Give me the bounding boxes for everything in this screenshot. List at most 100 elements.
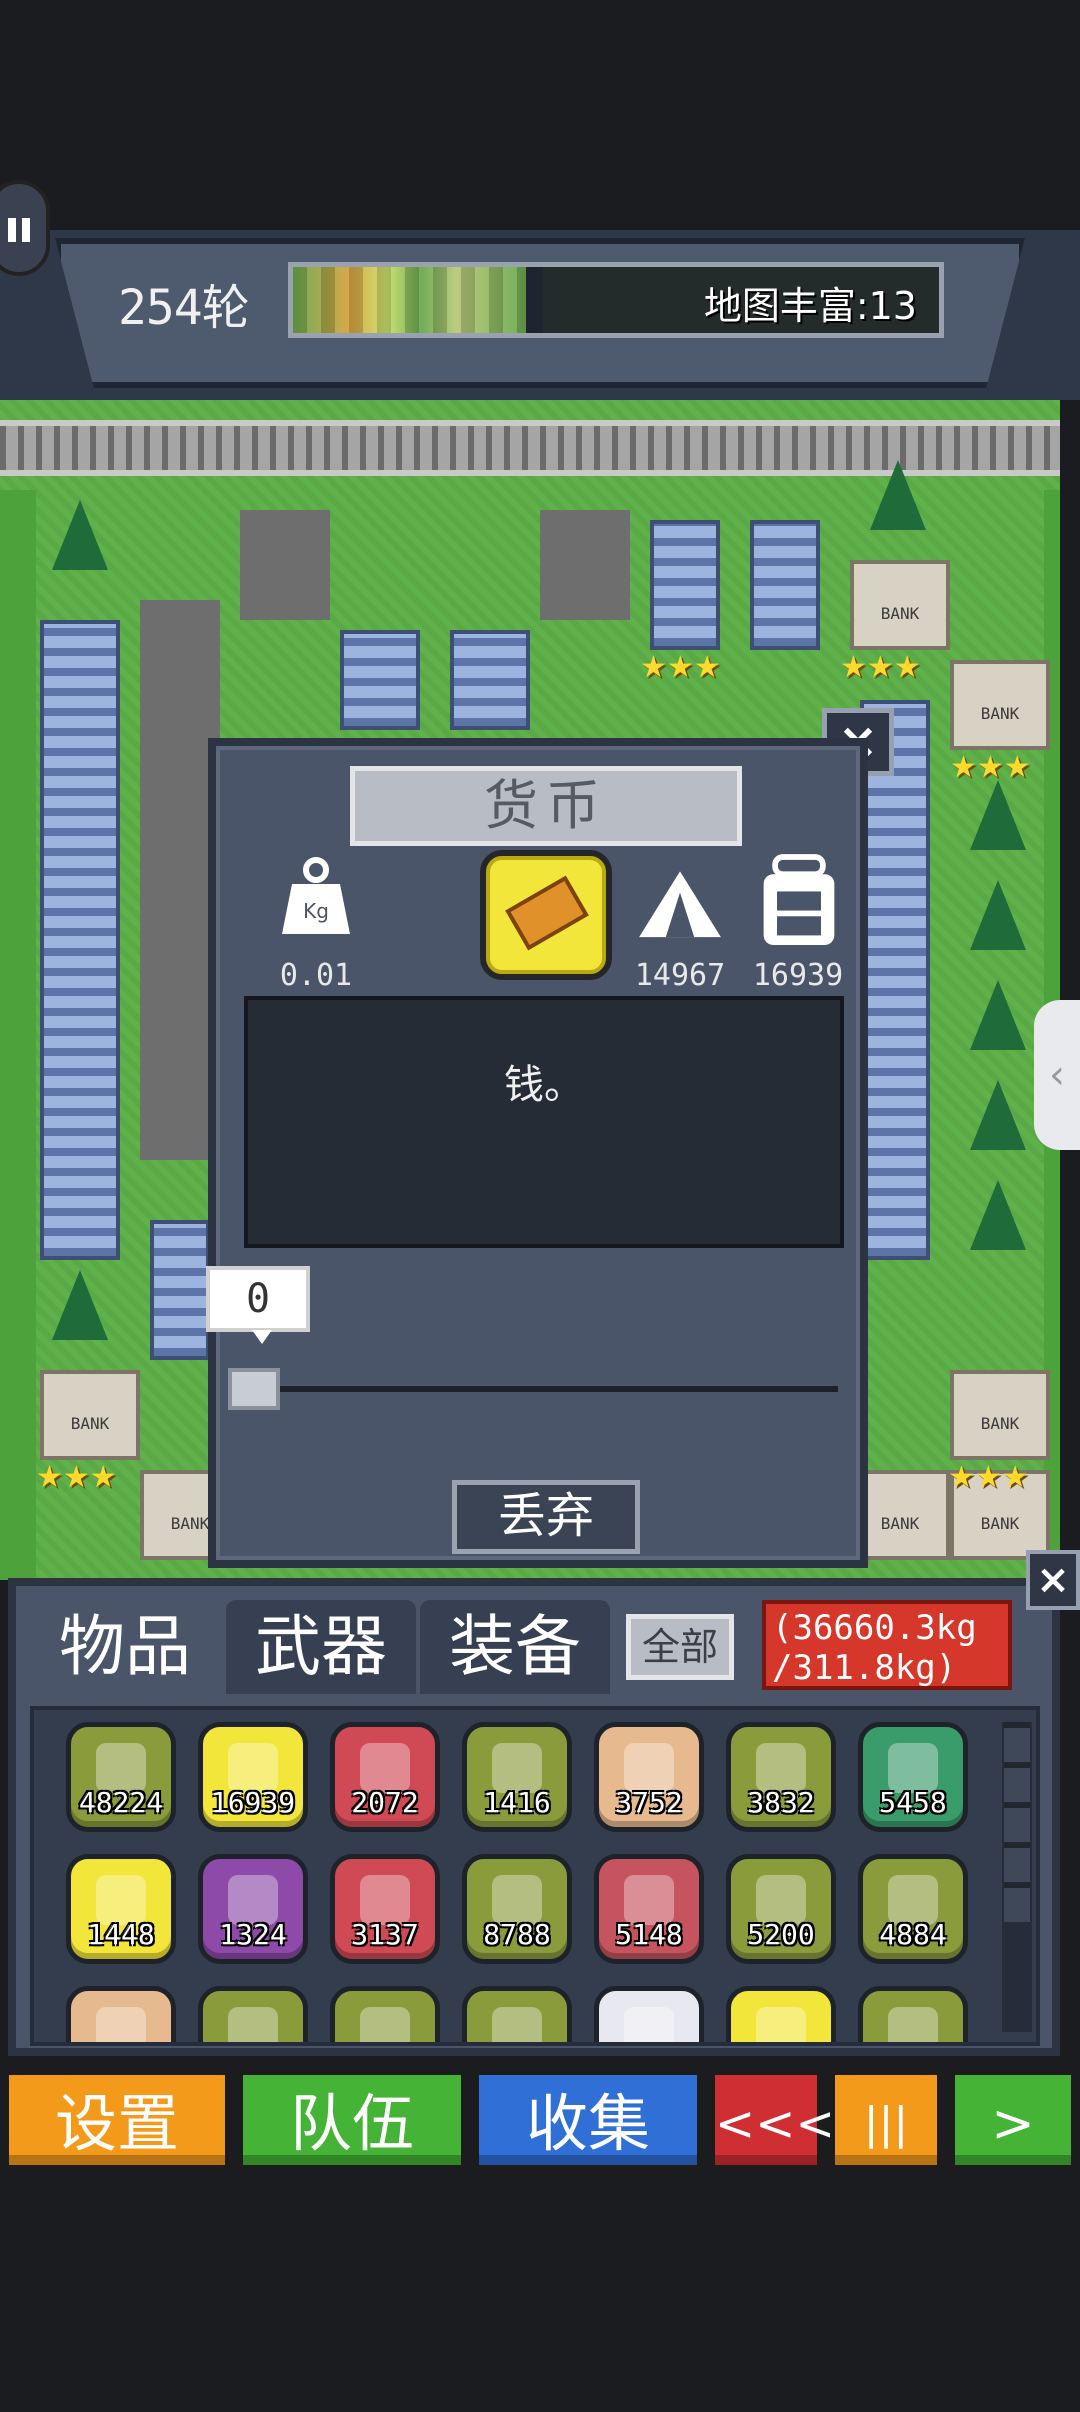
- map-richness-bar: 地图丰富:13: [288, 262, 944, 338]
- inventory-slot[interactable]: 8788: [462, 1854, 572, 1964]
- filter-all-button[interactable]: 全部: [626, 1614, 734, 1680]
- weight-value: 0.01: [279, 958, 353, 993]
- tab-items[interactable]: 物品: [30, 1600, 220, 1694]
- discard-button[interactable]: 丢弃: [452, 1480, 640, 1554]
- pine-tree-icon: [870, 460, 926, 530]
- bottom-nav: 设置 队伍 收集 <<< ||| >: [0, 2070, 1080, 2174]
- pause-button[interactable]: |||: [830, 2070, 942, 2170]
- camp-count: 14967: [634, 958, 726, 993]
- item-detail-dialog: 货币 Kg 0.01 14967 16939 钱。 0 丢弃: [206, 738, 868, 1568]
- tent-icon: [639, 871, 721, 938]
- game-pause-button[interactable]: [0, 180, 50, 276]
- inventory-slot[interactable]: 1416: [462, 1722, 572, 1832]
- office-building: [650, 520, 720, 650]
- backpack-count: 16939: [752, 958, 844, 993]
- inventory-slot[interactable]: 1448: [66, 1854, 176, 1964]
- round-counter: 254轮: [118, 280, 250, 336]
- inventory-scrollbar[interactable]: [1002, 1722, 1032, 2032]
- item-count: 1448: [87, 1918, 155, 1951]
- inventory-slot[interactable]: [66, 1986, 176, 2042]
- item-count: 3137: [351, 1918, 419, 1951]
- next-button[interactable]: >: [950, 2070, 1076, 2170]
- item-count: 1416: [483, 1786, 551, 1819]
- carry-weight-box: (36660.3kg /311.8kg): [762, 1600, 1012, 1690]
- office-building: [340, 630, 420, 730]
- road: [540, 510, 630, 620]
- inventory-slot[interactable]: [594, 1986, 704, 2042]
- tower-building: [860, 700, 930, 1260]
- quantity-readout: 0: [206, 1266, 310, 1344]
- inventory-slot[interactable]: 5200: [726, 1854, 836, 1964]
- inventory-slot[interactable]: 1324: [198, 1854, 308, 1964]
- pine-tree-icon: [970, 980, 1026, 1050]
- star-icon: ★★★: [840, 650, 921, 685]
- team-button[interactable]: 队伍: [238, 2070, 466, 2170]
- bread-icon: [228, 2007, 278, 2042]
- inventory-slot[interactable]: [330, 1986, 440, 2042]
- inventory-close-button[interactable]: ×: [1026, 1550, 1080, 1610]
- item-count: 5458: [879, 1786, 947, 1819]
- inventory-slot[interactable]: [726, 1986, 836, 2042]
- mushroom-icon: [96, 2007, 146, 2042]
- inventory-slot[interactable]: 4884: [858, 1854, 968, 1964]
- quantity-slider[interactable]: [228, 1386, 838, 1392]
- inventory-slot[interactable]: 3137: [330, 1854, 440, 1964]
- inventory-scroll-thumb[interactable]: [1004, 1722, 1030, 1922]
- screen-edge: [1060, 400, 1080, 1580]
- chevron-left-icon: ‹: [1049, 1052, 1065, 1098]
- inventory-slot[interactable]: 3752: [594, 1722, 704, 1832]
- bank-building: BANK: [950, 1370, 1050, 1460]
- grass-strip-left: [0, 490, 36, 1580]
- inventory-slot[interactable]: 16939: [198, 1722, 308, 1832]
- tab-gear[interactable]: 装备: [420, 1600, 610, 1694]
- inventory-slot[interactable]: 5148: [594, 1854, 704, 1964]
- inventory-slot[interactable]: 48224: [66, 1722, 176, 1832]
- pine-tree-icon: [970, 880, 1026, 950]
- navigation-bar-area: [0, 2180, 1080, 2412]
- item-count: 5148: [615, 1918, 683, 1951]
- item-count: 5200: [747, 1918, 815, 1951]
- item-count: 8788: [483, 1918, 551, 1951]
- banknote-icon: [505, 875, 589, 951]
- currency-item-icon: [480, 850, 612, 980]
- quantity-slider-handle[interactable]: [228, 1368, 280, 1410]
- inventory-slot[interactable]: [198, 1986, 308, 2042]
- pine-tree-icon: [52, 1270, 108, 1340]
- collect-button[interactable]: 收集: [474, 2070, 702, 2170]
- side-panel-tab[interactable]: ‹: [1034, 1000, 1080, 1150]
- backpack-icon: [763, 854, 835, 945]
- inventory-slot[interactable]: 3832: [726, 1722, 836, 1832]
- blueprint-icon: [624, 2007, 674, 2042]
- kettlebell-weight-icon: Kg: [282, 857, 350, 934]
- office-building: [150, 1220, 210, 1360]
- status-bar-area: [0, 0, 1080, 230]
- tower-building: [40, 620, 120, 1260]
- bank-building: BANK: [850, 560, 950, 650]
- pepper-icon: [888, 2007, 938, 2042]
- inventory-slot[interactable]: 2072: [330, 1722, 440, 1832]
- egg-icon: [360, 2007, 410, 2042]
- inventory-slot[interactable]: 5458: [858, 1722, 968, 1832]
- rewind-button[interactable]: <<<: [710, 2070, 836, 2170]
- tab-weapons[interactable]: 武器: [226, 1600, 416, 1694]
- road: [240, 510, 330, 620]
- item-count: 3752: [615, 1786, 683, 1819]
- settings-button[interactable]: 设置: [4, 2070, 230, 2170]
- pine-tree-icon: [970, 1180, 1026, 1250]
- star-icon: ★★★: [950, 750, 1031, 785]
- inventory-grid[interactable]: 48224 16939 2072 1416 3752 3832 5458 1448 1324 31…: [30, 1706, 1040, 2046]
- carry-weight-capacity: /311.8kg): [772, 1648, 957, 1688]
- star-icon: ★★★: [948, 1460, 1029, 1495]
- inventory-slot[interactable]: [858, 1986, 968, 2042]
- office-building: [750, 520, 820, 650]
- item-description: 钱。: [504, 1062, 584, 1108]
- item-count: 4884: [879, 1918, 947, 1951]
- item-count: 16939: [210, 1786, 296, 1819]
- item-count: 3832: [747, 1786, 815, 1819]
- inventory-panel: 物品 武器 装备 全部 (36660.3kg /311.8kg) 48224 16…: [8, 1578, 1060, 2056]
- map-richness-label: 地图丰富:13: [703, 284, 917, 328]
- carry-weight-total: (36660.3kg: [772, 1608, 977, 1648]
- pine-tree-icon: [970, 1080, 1026, 1150]
- inventory-slot[interactable]: [462, 1986, 572, 2042]
- star-icon: ★★★: [36, 1460, 117, 1495]
